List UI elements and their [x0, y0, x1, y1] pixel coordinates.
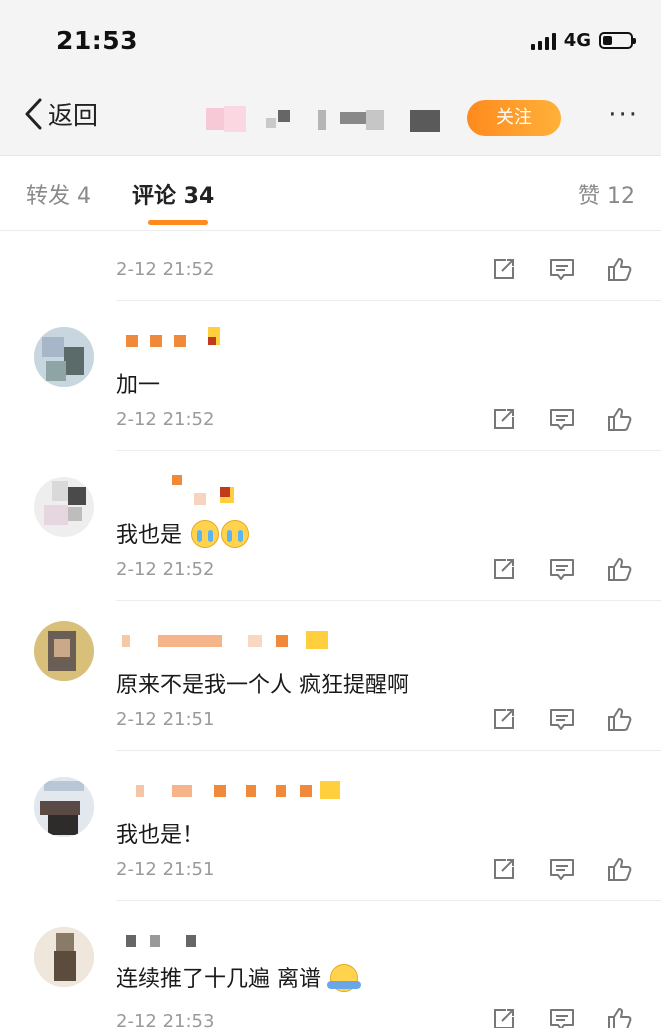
tab-likes[interactable]: 赞 12 [578, 178, 635, 210]
shrug-icon [327, 964, 361, 992]
comment-text-label: 我也是 [116, 523, 183, 548]
comment-icon[interactable] [548, 555, 576, 583]
follow-button[interactable]: 关注 [467, 100, 561, 136]
battery-icon [599, 32, 636, 49]
comment-time: 2-12 21:52 [116, 559, 215, 580]
username-blurred[interactable] [116, 631, 356, 651]
avatar[interactable] [34, 327, 94, 387]
username-blurred[interactable] [116, 931, 216, 951]
comment-actions [490, 705, 634, 733]
signal-icon [530, 32, 556, 50]
network-label: 4G [563, 30, 591, 51]
tab-comments[interactable]: 评论 34 [132, 178, 214, 210]
comment-time: 2-12 21:51 [116, 709, 215, 730]
comment-actions [490, 255, 634, 283]
nav-bar: 返回 关注 ··· [0, 80, 661, 156]
comment-list: 2-12 21:52 加一 2-12 21:52 我也是 2-12 21:52 … [0, 231, 661, 1028]
comment-item: 2-12 21:52 [0, 231, 661, 301]
like-icon[interactable] [606, 1005, 634, 1028]
avatar[interactable] [34, 621, 94, 681]
back-label: 返回 [48, 101, 99, 130]
comment-item: 连续推了十几遍 离谱 2-12 21:53 [0, 901, 661, 1028]
chevron-left-icon [25, 98, 42, 130]
comment-item: 我也是 2-12 21:52 [0, 451, 661, 601]
tab-bar: 转发 4 评论 34 赞 12 [0, 156, 661, 231]
share-icon[interactable] [490, 705, 518, 733]
comment-actions [490, 405, 634, 433]
share-icon[interactable] [490, 255, 518, 283]
comment-icon[interactable] [548, 855, 576, 883]
like-icon[interactable] [606, 855, 634, 883]
comment-time: 2-12 21:51 [116, 859, 215, 880]
username-blurred[interactable] [116, 471, 256, 511]
username-blurred[interactable] [116, 327, 236, 351]
status-bar: 21:53 4G [0, 0, 661, 80]
avatar[interactable] [34, 777, 94, 837]
comment-text: 连续推了十几遍 离谱 [116, 961, 361, 993]
comment-actions [490, 855, 634, 883]
active-tab-indicator [148, 220, 208, 225]
comment-actions [490, 1005, 634, 1028]
share-icon[interactable] [490, 555, 518, 583]
comment-time: 2-12 21:53 [116, 1011, 215, 1028]
comment-time: 2-12 21:52 [116, 409, 215, 430]
like-icon[interactable] [606, 555, 634, 583]
status-time: 21:53 [56, 26, 139, 55]
comment-icon[interactable] [548, 1005, 576, 1028]
comment-icon[interactable] [548, 255, 576, 283]
share-icon[interactable] [490, 855, 518, 883]
comment-text: 原来不是我一个人 疯狂提醒啊 [116, 673, 409, 698]
more-button[interactable]: ··· [608, 100, 639, 130]
like-icon[interactable] [606, 255, 634, 283]
comment-item: 原来不是我一个人 疯狂提醒啊 2-12 21:51 [0, 601, 661, 751]
comment-text-label: 连续推了十几遍 离谱 [116, 967, 321, 992]
avatar[interactable] [34, 477, 94, 537]
username-title-blurred [200, 106, 450, 134]
comment-text: 我也是 [116, 517, 250, 549]
crying-face-icon [221, 520, 250, 548]
avatar[interactable] [34, 927, 94, 987]
share-icon[interactable] [490, 405, 518, 433]
comment-text: 加一 [116, 373, 161, 398]
share-icon[interactable] [490, 1005, 518, 1028]
status-indicators: 4G [530, 30, 636, 51]
crying-face-icon [191, 520, 220, 548]
comment-item: 我也是！ 2-12 21:51 [0, 751, 661, 901]
back-button[interactable]: 返回 [22, 96, 98, 132]
comment-item: 加一 2-12 21:52 [0, 301, 661, 451]
like-icon[interactable] [606, 405, 634, 433]
like-icon[interactable] [606, 705, 634, 733]
comment-text: 我也是！ [116, 823, 205, 848]
comment-icon[interactable] [548, 405, 576, 433]
comment-time: 2-12 21:52 [116, 259, 215, 280]
comment-icon[interactable] [548, 705, 576, 733]
username-blurred[interactable] [116, 781, 356, 801]
comment-actions [490, 555, 634, 583]
tab-reposts[interactable]: 转发 4 [26, 178, 91, 210]
